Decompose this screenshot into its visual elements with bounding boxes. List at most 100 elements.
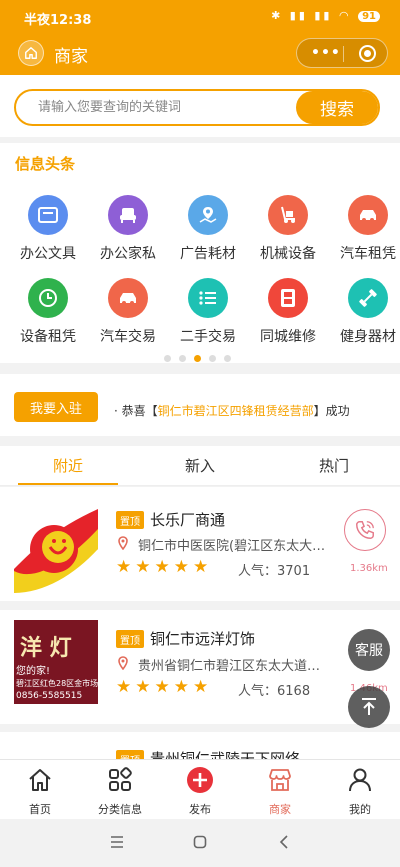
- call-button[interactable]: [344, 509, 386, 551]
- tab-categories[interactable]: 分类信息: [80, 760, 160, 820]
- back-icon[interactable]: [278, 835, 292, 849]
- shop-photo-slogan: 您的家!: [16, 666, 51, 677]
- car-icon: [108, 278, 148, 318]
- category-label: 机械设备: [260, 246, 316, 262]
- category-item-equipment-rental[interactable]: 设备租凭: [8, 278, 88, 358]
- category-item-office-furniture[interactable]: 办公家私: [88, 195, 168, 275]
- pinned-tag: 置顶: [116, 630, 144, 648]
- category-label: 汽车交易: [100, 329, 156, 345]
- category-label: 设备租凭: [20, 329, 76, 345]
- category-item-car-trade[interactable]: 汽车交易: [88, 278, 168, 358]
- category-label: 二手交易: [180, 329, 236, 345]
- status-bar: 半夜12:38 ✱ ▮▮ ▮▮ ◠ 91: [0, 0, 400, 34]
- back-to-top-button[interactable]: [348, 686, 390, 728]
- category-label: 汽车租凭: [340, 246, 396, 262]
- category-label: 广告耗材: [180, 246, 236, 262]
- menu-icon[interactable]: [110, 835, 124, 849]
- home-square-icon[interactable]: [193, 835, 207, 849]
- shop-card[interactable]: 置顶 长乐厂商通 铜仁市中医医院(碧江区东太大道) ★★★★★ 人气：3701 …: [0, 487, 400, 601]
- shop-photo-title: 洋 灯: [20, 636, 72, 661]
- pinned-tag: 置顶: [116, 511, 144, 529]
- shop-name[interactable]: 铜仁市远洋灯饰: [150, 628, 255, 649]
- shop-logo[interactable]: [14, 509, 98, 593]
- shop-photo-phone: 0856-5585515: [16, 691, 83, 701]
- tab-profile[interactable]: 我的: [320, 760, 400, 820]
- customer-service-button[interactable]: 客服: [348, 629, 390, 671]
- tab-new[interactable]: 新入: [150, 446, 250, 486]
- page-dot-active[interactable]: [194, 355, 201, 362]
- category-item-car-rental[interactable]: 汽车租凭: [328, 195, 400, 275]
- search-button[interactable]: 搜索: [296, 91, 378, 124]
- user-icon: [349, 768, 371, 792]
- distance: 1.36km: [350, 563, 388, 574]
- map-icon: [188, 195, 228, 235]
- shop-icon: [269, 769, 291, 791]
- tab-nearby[interactable]: 附近: [18, 446, 118, 486]
- tab-publish[interactable]: 发布: [160, 760, 240, 820]
- cabinet-icon: [268, 278, 308, 318]
- category-item-stationery[interactable]: 办公文具: [8, 195, 88, 275]
- category-label: 同城维修: [260, 329, 316, 345]
- top-bar: 半夜12:38 ✱ ▮▮ ▮▮ ◠ 91 商家 •••: [0, 0, 400, 75]
- ticker-prefix: · 恭喜【: [114, 404, 158, 418]
- category-section: 信息头条 办公文具 办公家私 广告耗材 机械设备 汽车租凭 设备租凭 汽车交易 …: [0, 143, 400, 363]
- shop-card[interactable]: 洋 灯 您的家! 碧江区红色28区金市场 0856-5585515 置顶 铜仁市…: [0, 610, 400, 724]
- category-item-repair[interactable]: 同城维修: [248, 278, 328, 358]
- tab-merchants[interactable]: 商家: [240, 760, 320, 820]
- shop-address: 贵州省铜仁市碧江区东太大道银湖: [138, 659, 330, 674]
- capsule-divider: [343, 46, 344, 62]
- tab-label: 商家: [269, 803, 291, 816]
- home-button[interactable]: [18, 40, 44, 66]
- home-icon: [25, 47, 37, 59]
- tab-label: 首页: [29, 803, 51, 816]
- page-title: 商家: [54, 47, 88, 67]
- category-label: 健身器材: [340, 329, 396, 345]
- dumbbell-icon: [348, 278, 388, 318]
- status-icons: ✱ ▮▮ ▮▮ ◠ 91: [271, 9, 380, 22]
- popularity: 人气：6168: [238, 684, 311, 699]
- arrow-up-icon: [362, 698, 376, 715]
- armchair-icon: [108, 195, 148, 235]
- join-section: 我要入驻 · 恭喜【铜仁市碧江区四锋租赁经营部】成功: [0, 374, 400, 436]
- tab-label: 发布: [189, 803, 211, 816]
- tab-popular[interactable]: 热门: [284, 446, 384, 486]
- page-dot[interactable]: [209, 355, 216, 362]
- category-item-machinery[interactable]: 机械设备: [248, 195, 328, 275]
- category-label: 办公家私: [100, 246, 156, 262]
- page-dot[interactable]: [224, 355, 231, 362]
- more-icon[interactable]: •••: [311, 45, 341, 61]
- join-button[interactable]: 我要入驻: [14, 392, 98, 422]
- tab-label: 我的: [349, 803, 371, 816]
- ticker-shop-name: 铜仁市碧江区四锋租赁经营部: [157, 404, 314, 418]
- location-pin-icon: [118, 536, 128, 550]
- shop-photo[interactable]: 洋 灯 您的家! 碧江区红色28区金市场 0856-5585515: [14, 620, 98, 704]
- page-dot[interactable]: [164, 355, 171, 362]
- status-time: 半夜12:38: [24, 13, 92, 28]
- category-item-fitness[interactable]: 健身器材: [328, 278, 400, 358]
- search-area: 搜索: [0, 75, 400, 137]
- grid-icon: [109, 767, 132, 791]
- home-icon: [29, 769, 51, 791]
- location-pin-icon: [118, 656, 128, 670]
- search-input[interactable]: [16, 91, 298, 124]
- close-target-icon[interactable]: [359, 45, 376, 62]
- news-ticker[interactable]: · 恭喜【铜仁市碧江区四锋租赁经营部】成功: [114, 402, 350, 419]
- hand-truck-icon: [268, 195, 308, 235]
- category-item-second-hand[interactable]: 二手交易: [168, 278, 248, 358]
- category-label: 办公文具: [20, 246, 76, 262]
- plus-icon: [187, 767, 213, 793]
- clock-icon: [28, 278, 68, 318]
- tab-home[interactable]: 首页: [0, 760, 80, 820]
- battery-icon: 91: [358, 11, 380, 22]
- category-item-ad-supplies[interactable]: 广告耗材: [168, 195, 248, 275]
- shop-address: 铜仁市中医医院(碧江区东太大道): [138, 539, 330, 554]
- filter-tabs: 附近 新入 热门: [0, 446, 400, 486]
- search-box: 搜索: [14, 89, 380, 126]
- shop-name[interactable]: 长乐厂商通: [150, 509, 225, 530]
- tab-underline: [18, 483, 118, 485]
- ticker-suffix: 】成功: [313, 404, 350, 418]
- popularity: 人气：3701: [238, 564, 311, 579]
- category-title: 信息头条: [15, 155, 76, 173]
- stationery-icon: [28, 195, 68, 235]
- page-dot[interactable]: [179, 355, 186, 362]
